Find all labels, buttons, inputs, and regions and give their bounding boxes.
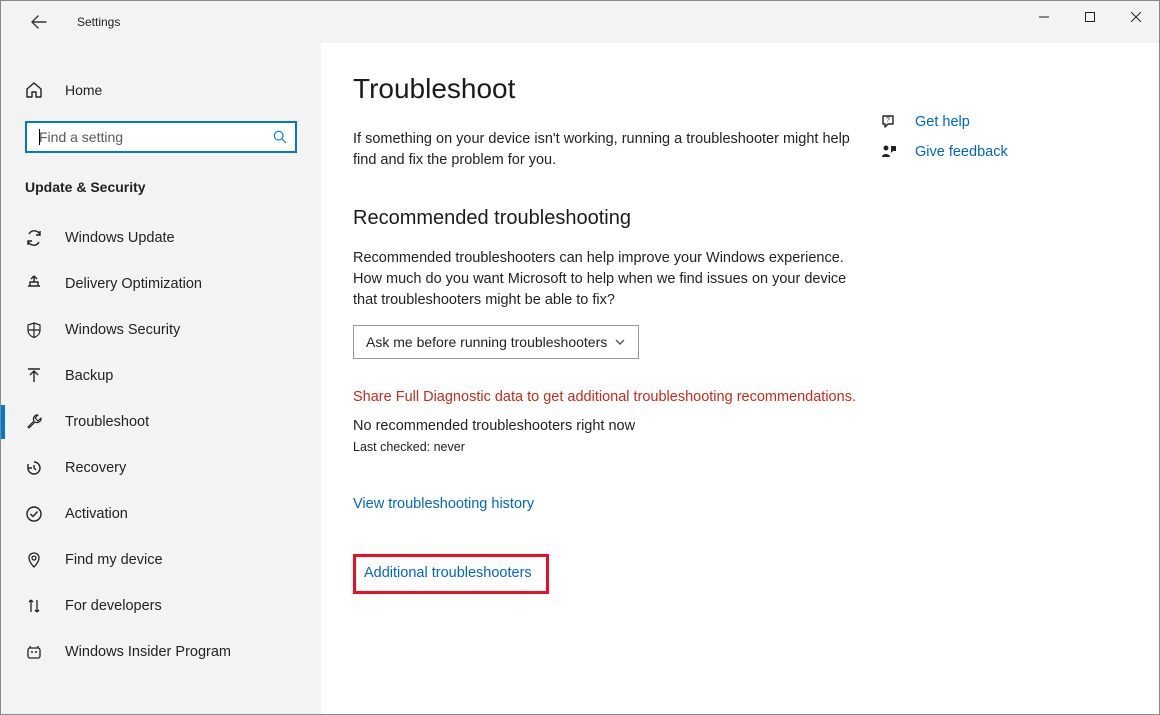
feedback-icon bbox=[879, 143, 899, 161]
window-controls bbox=[1021, 1, 1159, 33]
view-history-link[interactable]: View troubleshooting history bbox=[353, 496, 859, 512]
maximize-icon bbox=[1085, 12, 1095, 22]
page-title: Troubleshoot bbox=[353, 73, 859, 105]
sidebar-item-for-developers[interactable]: For developers bbox=[1, 583, 321, 629]
delivery-icon bbox=[25, 275, 43, 293]
svg-text:?: ? bbox=[886, 117, 890, 124]
sidebar-item-label: Recovery bbox=[65, 460, 126, 476]
section-description: Recommended troubleshooters can help imp… bbox=[353, 248, 859, 311]
sidebar-item-label: Windows Security bbox=[65, 322, 180, 338]
shield-icon bbox=[25, 321, 43, 339]
sidebar-item-activation[interactable]: Activation bbox=[1, 491, 321, 537]
close-icon bbox=[1131, 12, 1141, 22]
sidebar-item-label: Troubleshoot bbox=[65, 414, 149, 430]
sidebar-item-delivery-optimization[interactable]: Delivery Optimization bbox=[1, 261, 321, 307]
get-help-link[interactable]: ? Get help bbox=[879, 113, 1119, 131]
back-button[interactable] bbox=[19, 1, 59, 43]
sidebar-item-label: Delivery Optimization bbox=[65, 276, 202, 292]
sidebar-category: Update & Security bbox=[1, 161, 321, 205]
arrow-left-icon bbox=[31, 14, 47, 30]
titlebar: Settings bbox=[1, 1, 1159, 43]
sidebar-item-find-my-device[interactable]: Find my device bbox=[1, 537, 321, 583]
sidebar-item-label: Windows Insider Program bbox=[65, 644, 231, 660]
dropdown-value: Ask me before running troubleshooters bbox=[366, 334, 607, 350]
main-content: Troubleshoot If something on your device… bbox=[321, 43, 1159, 714]
dev-icon bbox=[25, 597, 43, 615]
check-circle-icon bbox=[25, 505, 43, 523]
sidebar-item-label: Find my device bbox=[65, 552, 163, 568]
insider-icon bbox=[25, 643, 43, 661]
search-box[interactable] bbox=[25, 121, 297, 153]
give-feedback-label: Give feedback bbox=[915, 144, 1008, 160]
home-icon bbox=[25, 81, 43, 99]
window-title: Settings bbox=[77, 15, 120, 29]
maximize-button[interactable] bbox=[1067, 1, 1113, 33]
give-feedback-link[interactable]: Give feedback bbox=[879, 143, 1119, 161]
help-icon: ? bbox=[879, 113, 899, 131]
diagnostic-warning: Share Full Diagnostic data to get additi… bbox=[353, 387, 859, 408]
recovery-icon bbox=[25, 459, 43, 477]
close-button[interactable] bbox=[1113, 1, 1159, 33]
settings-window: Settings Home bbox=[0, 0, 1160, 715]
highlight-box: Additional troubleshooters bbox=[353, 554, 549, 594]
last-checked-text: Last checked: never bbox=[353, 440, 859, 454]
additional-troubleshooters-link[interactable]: Additional troubleshooters bbox=[356, 565, 532, 581]
get-help-label: Get help bbox=[915, 114, 970, 130]
find-device-icon bbox=[25, 551, 43, 569]
help-pane: ? Get help Give feedback bbox=[859, 73, 1119, 684]
backup-icon bbox=[25, 367, 43, 385]
status-text: No recommended troubleshooters right now bbox=[353, 418, 859, 434]
minimize-button[interactable] bbox=[1021, 1, 1067, 33]
sidebar-item-label: Backup bbox=[65, 368, 113, 384]
sidebar-item-windows-security[interactable]: Windows Security bbox=[1, 307, 321, 353]
section-title: Recommended troubleshooting bbox=[353, 207, 859, 230]
sidebar-item-recovery[interactable]: Recovery bbox=[1, 445, 321, 491]
wrench-icon bbox=[25, 413, 43, 431]
sidebar-item-label: For developers bbox=[65, 598, 162, 614]
sidebar-item-windows-insider[interactable]: Windows Insider Program bbox=[1, 629, 321, 675]
minimize-icon bbox=[1039, 12, 1049, 22]
nav-list: Windows Update Delivery Optimization Win… bbox=[1, 205, 321, 675]
search-input[interactable] bbox=[39, 123, 273, 151]
sidebar-item-label: Activation bbox=[65, 506, 128, 522]
sidebar-item-troubleshoot[interactable]: Troubleshoot bbox=[1, 399, 321, 445]
search-icon bbox=[273, 130, 287, 144]
sidebar-item-windows-update[interactable]: Windows Update bbox=[1, 215, 321, 261]
sidebar-item-label: Windows Update bbox=[65, 230, 175, 246]
troubleshoot-mode-dropdown[interactable]: Ask me before running troubleshooters bbox=[353, 325, 639, 359]
sync-icon bbox=[25, 229, 43, 247]
text-cursor bbox=[39, 129, 40, 145]
home-label: Home bbox=[65, 82, 102, 98]
intro-text: If something on your device isn't workin… bbox=[353, 129, 859, 171]
chevron-down-icon bbox=[614, 336, 626, 348]
sidebar-item-backup[interactable]: Backup bbox=[1, 353, 321, 399]
home-button[interactable]: Home bbox=[1, 67, 321, 113]
sidebar: Home Update & Security Windows Updat bbox=[1, 43, 321, 714]
